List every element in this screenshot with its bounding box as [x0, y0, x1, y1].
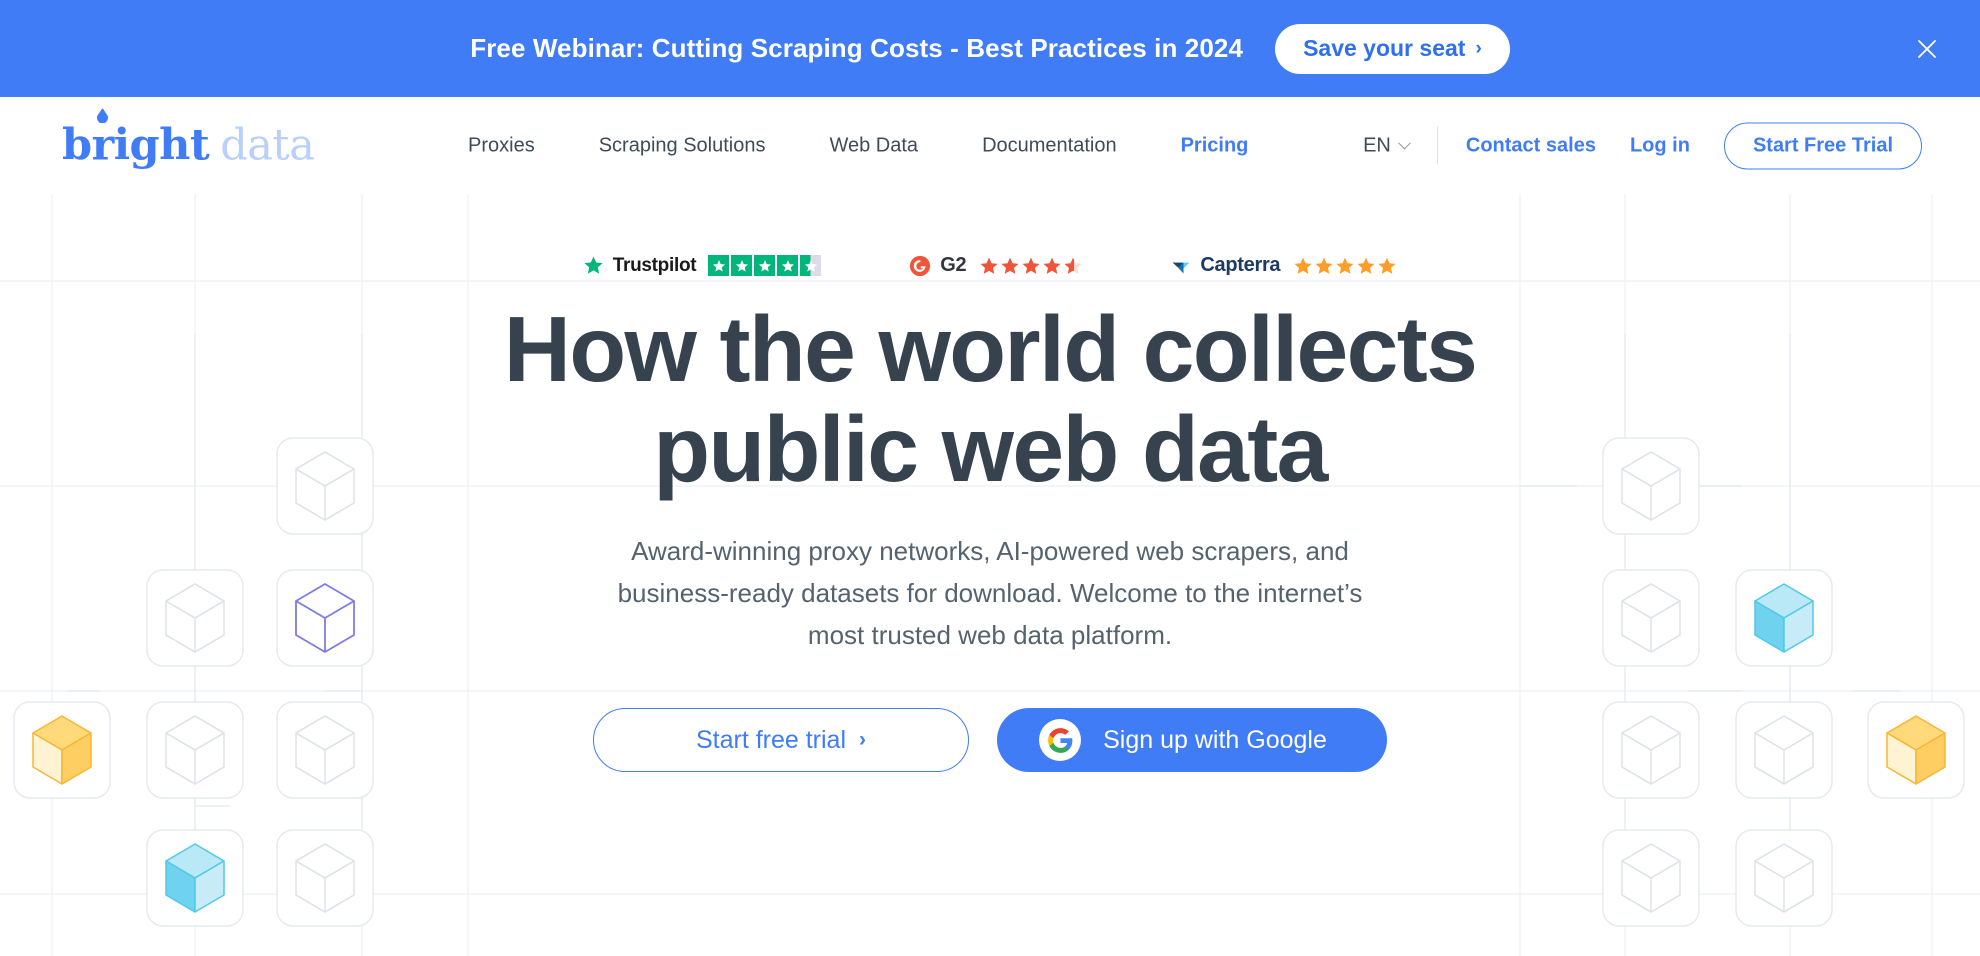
hero-content: Trustpilot G2 Capterra How the world col… [0, 194, 1980, 773]
start-free-trial-hero-button[interactable]: Start free trial › [593, 708, 969, 773]
trustpilot-star-icon [584, 256, 603, 274]
brand-logo-bright-text: bright [62, 120, 210, 170]
star-icon [1315, 257, 1333, 274]
nav-link-scraping-solutions[interactable]: Scraping Solutions [599, 134, 766, 157]
cube-card-left-8 [276, 829, 374, 927]
star-icon [1001, 257, 1019, 274]
capterra-rating-stars [1293, 256, 1397, 276]
google-g-icon [1047, 727, 1072, 753]
close-icon [1918, 39, 1936, 58]
save-your-seat-label: Save your seat [1303, 35, 1466, 61]
g2-logo-icon [910, 255, 931, 276]
sign-up-with-google-button[interactable]: Sign up with Google [997, 708, 1387, 773]
trustpilot-star-box [731, 255, 753, 276]
review-name-trustpilot: Trustpilot [612, 254, 697, 276]
page-title: How the world collects public web data [503, 297, 1478, 502]
nav-link-pricing[interactable]: Pricing [1181, 134, 1249, 157]
hero-section: Trustpilot G2 Capterra How the world col… [0, 194, 1980, 956]
star-icon [1357, 257, 1375, 274]
nav-link-documentation[interactable]: Documentation [982, 134, 1117, 157]
sign-up-with-google-label: Sign up with Google [1103, 725, 1327, 754]
review-badges: Trustpilot G2 Capterra [583, 254, 1398, 277]
chevron-down-icon [1398, 136, 1411, 150]
trustpilot-star-box [777, 255, 799, 276]
nav-right-group: EN Contact sales Log in Start Free Trial [1363, 122, 1922, 169]
nav-links: Proxies Scraping Solutions Web Data Docu… [468, 134, 1248, 157]
review-name-capterra: Capterra [1200, 254, 1281, 276]
trustpilot-star-box [708, 255, 730, 276]
nav-link-web-data[interactable]: Web Data [829, 134, 918, 157]
hero-subtitle: Award-winning proxy networks, AI-powered… [617, 535, 1363, 651]
start-free-trial-hero-label: Start free trial [695, 725, 847, 754]
star-icon [758, 259, 771, 272]
brand-logo[interactable]: bright data [62, 108, 315, 170]
hero-cta-row: Start free trial › Sign up with Google [593, 708, 1387, 773]
brand-logo-data: data [220, 120, 315, 170]
capterra-logo-icon [1173, 262, 1190, 273]
star-icon [1294, 257, 1312, 274]
trustpilot-star-box-half [800, 255, 822, 276]
save-your-seat-button[interactable]: Save your seat › [1275, 23, 1510, 74]
brand-logo-bright: bright [62, 108, 210, 167]
review-badge-capterra[interactable]: Capterra [1171, 254, 1397, 277]
login-link[interactable]: Log in [1630, 134, 1690, 157]
droplet-icon [97, 108, 108, 123]
cube-card-right-7 [1602, 829, 1700, 927]
contact-sales-link[interactable]: Contact sales [1466, 134, 1596, 157]
star-icon [1022, 257, 1040, 274]
cube-card-right-8 [1735, 829, 1833, 927]
star-icon [712, 259, 725, 272]
review-name-g2: G2 [940, 254, 967, 276]
start-free-trial-button[interactable]: Start Free Trial [1723, 122, 1922, 169]
cube-card-left-7-cyan [146, 829, 244, 927]
review-badge-trustpilot[interactable]: Trustpilot [583, 255, 822, 277]
star-half-icon [804, 259, 817, 272]
close-banner-button[interactable] [1910, 32, 1944, 66]
nav-link-proxies[interactable]: Proxies [468, 134, 535, 157]
promo-banner: Free Webinar: Cutting Scraping Costs - B… [0, 0, 1980, 97]
star-icon [1043, 257, 1061, 274]
star-icon [735, 259, 748, 272]
headline-line-one: How the world collects [503, 297, 1478, 401]
headline-line-two: public web data [653, 397, 1328, 502]
star-icon [980, 257, 998, 274]
g2-rating-stars [979, 256, 1083, 276]
chevron-right-icon: › [859, 728, 867, 752]
star-icon [1336, 257, 1354, 274]
star-icon [781, 259, 794, 272]
promo-banner-message: Free Webinar: Cutting Scraping Costs - B… [470, 33, 1244, 63]
language-selector-label: EN [1363, 134, 1391, 156]
google-logo-icon [1039, 719, 1082, 762]
language-selector[interactable]: EN [1363, 134, 1437, 157]
star-half-icon [1064, 257, 1082, 274]
main-navigation: bright data Proxies Scraping Solutions W… [0, 97, 1980, 194]
star-icon [1378, 257, 1396, 274]
nav-divider [1436, 126, 1438, 165]
trustpilot-star-box [754, 255, 776, 276]
chevron-right-icon: › [1475, 37, 1482, 59]
review-badge-g2[interactable]: G2 [909, 254, 1083, 277]
trustpilot-rating-stars [708, 255, 822, 276]
